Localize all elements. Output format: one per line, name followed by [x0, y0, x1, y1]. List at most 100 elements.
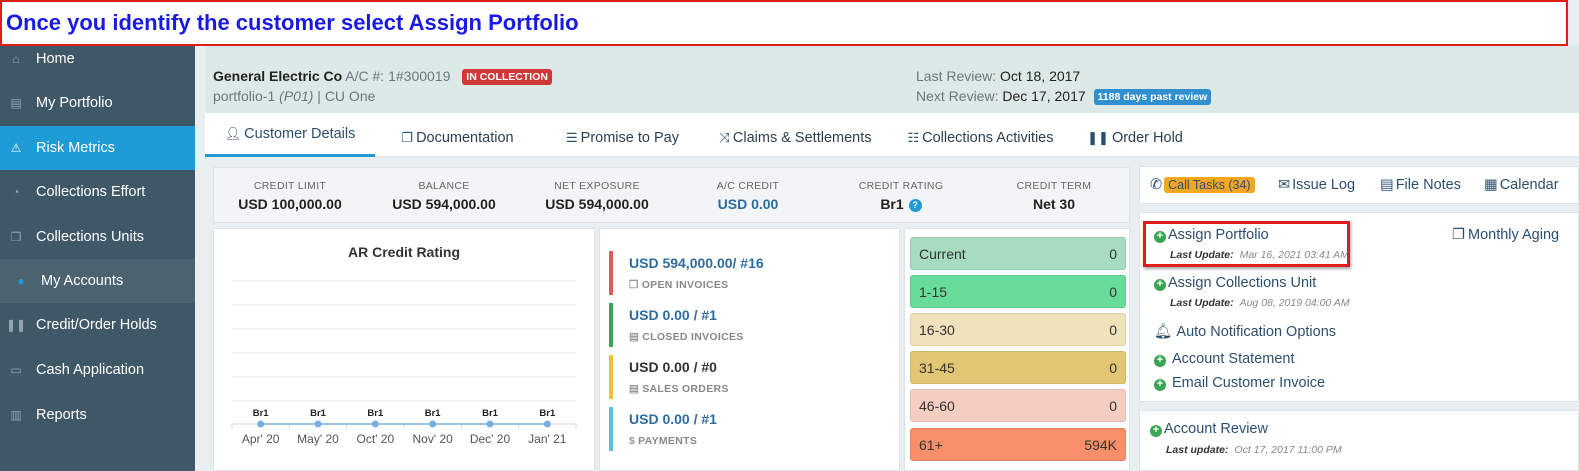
email-customer-invoice-link[interactable]: + Email Customer Invoice: [1154, 375, 1325, 391]
metric-value: USD 594,000.00: [392, 196, 496, 212]
closed-invoices-label-wrap: ▤ CLOSED INVOICES: [629, 331, 889, 343]
calendar-tab[interactable]: ▦ Calendar: [1484, 177, 1559, 193]
account-review-last-update: Last update: Oct 17, 2017 11:00 PM: [1166, 444, 1342, 456]
payments-label-wrap: $ PAYMENTS: [629, 435, 889, 447]
metric-value-wrap: Br1?: [831, 196, 971, 212]
past-review-badge: 1188 days past review: [1093, 89, 1212, 105]
calendar-label: Calendar: [1499, 177, 1559, 193]
warning-icon: ⚠: [10, 141, 22, 155]
tab-label: Documentation: [416, 130, 514, 146]
account-review-link[interactable]: + Account Review: [1150, 421, 1268, 437]
open-invoices-label-wrap: ❐ OPEN INVOICES: [629, 279, 889, 291]
issue-log-tab[interactable]: ✉ Issue Log: [1278, 177, 1355, 193]
calendar-icon: ▦: [1484, 177, 1498, 193]
aging-bucket-46-60[interactable]: 46-60 0: [910, 389, 1126, 422]
open-invoices-label: OPEN INVOICES: [641, 279, 729, 291]
tab-label: Claims & Settlements: [732, 130, 872, 146]
last-review-label: Last Review:: [916, 68, 997, 84]
cash-icon: ▭: [10, 363, 22, 377]
call-tasks-tab[interactable]: ✆ Call Tasks (34): [1150, 177, 1255, 193]
sidebar-item-label: Reports: [36, 407, 87, 423]
account-subtitle: portfolio-1 (P01) | CU One: [213, 88, 375, 104]
metric-label: NET EXPOSURE: [554, 180, 640, 192]
account-statement-link[interactable]: + Account Statement: [1154, 351, 1295, 367]
assign-collections-unit-link[interactable]: + Assign Collections Unit: [1154, 275, 1316, 291]
envelope-icon: ✉: [1278, 177, 1291, 193]
sales-orders[interactable]: USD 0.00 / #0 ▤ SALES ORDERS: [609, 355, 889, 399]
aging-label: 61+: [919, 436, 943, 453]
assign-unit-last-update: Last Update: Aug 08, 2019 04:00 AM: [1170, 297, 1350, 309]
chart-x-tick-label: May' 20: [297, 432, 339, 446]
chart-point: [543, 420, 551, 428]
user-icon: 👤︎: [224, 125, 242, 141]
help-icon[interactable]: ?: [908, 198, 922, 212]
sidebar-item-reports[interactable]: ▥ Reports: [0, 393, 195, 437]
metric-label: CREDIT TERM: [1016, 180, 1092, 192]
account-title: General Electric Co A/C #: 1#300019 IN C…: [213, 68, 552, 85]
account-review-label: Account Review: [1164, 421, 1268, 437]
tab-claims-settlements[interactable]: ⤨ Claims & Settlements: [708, 116, 883, 160]
sidebar-item-label: My Accounts: [41, 273, 124, 289]
pause-icon: ❚❚: [5, 318, 27, 332]
assign-unit-label: Assign Collections Unit: [1168, 275, 1317, 291]
tab-customer-details[interactable]: 👤︎ Customer Details: [205, 113, 375, 157]
tab-order-hold[interactable]: ❚❚ Order Hold: [1080, 116, 1190, 160]
metric-credit-term: CREDIT TERM Net 30: [984, 180, 1124, 212]
sidebar-item-risk-metrics[interactable]: ⚠ Risk Metrics: [0, 126, 195, 170]
chart-point-label: Br1: [367, 408, 384, 419]
ar-credit-rating-card: AR Credit Rating Br1 Apr' 20 Br1 May' 20 Br1…: [213, 228, 595, 471]
sidebar-item-label: Home: [36, 51, 75, 67]
last-update-label: Last update:: [1166, 444, 1229, 456]
user-circle-icon: ●: [17, 274, 25, 288]
documents-icon: ❐: [401, 130, 414, 145]
sidebar-item-collections-units[interactable]: ❐ Collections Units: [0, 215, 195, 259]
aging-value: 0: [1109, 397, 1117, 414]
sidebar-item-label: Risk Metrics: [36, 140, 115, 156]
aging-label: Current: [919, 245, 966, 262]
file-icon: ▤: [629, 383, 640, 395]
tab-label: Customer Details: [244, 125, 356, 142]
last-update-value: Aug 08, 2019 04:00 AM: [1239, 297, 1350, 309]
copy-icon: ❐: [1452, 227, 1465, 243]
open-invoices[interactable]: USD 594,000.00/ #16 ❐ OPEN INVOICES: [609, 251, 889, 295]
sidebar-item-label: My Portfolio: [36, 95, 113, 111]
sales-orders-label: SALES ORDERS: [642, 383, 729, 395]
aging-bucket-31-45[interactable]: 31-45 0: [910, 351, 1126, 384]
aging-bucket-61-plus[interactable]: 61+ 594K: [910, 428, 1126, 461]
metric-value: Br1: [880, 196, 904, 212]
instruction-text: Once you identify the customer select As…: [6, 10, 579, 35]
payments[interactable]: USD 0.00 / #1 $ PAYMENTS: [609, 407, 889, 451]
tab-documentation[interactable]: ❐ Documentation: [380, 116, 535, 160]
auto-notification-link[interactable]: 🔔︎ Auto Notification Options: [1154, 323, 1336, 340]
chart-point: [314, 420, 322, 428]
closed-invoices-value: USD 0.00 / #1: [629, 307, 717, 323]
portfolio-code: (P01): [279, 88, 314, 104]
chart-x-tick-label: Oct' 20: [357, 432, 395, 446]
metric-label: A/C CREDIT: [716, 180, 780, 192]
metric-label: CREDIT RATING: [858, 180, 944, 192]
sidebar-item-collections-effort[interactable]: ◔ Collections Effort: [0, 170, 195, 214]
account-tools-tabs: ✆ Call Tasks (34) ✉ Issue Log ▤ File Notes …: [1139, 166, 1579, 204]
email-invoice-label: Email Customer Invoice: [1172, 375, 1326, 391]
metric-value: USD 0.00: [717, 196, 779, 212]
aging-bucket-16-30[interactable]: 16-30 0: [910, 313, 1126, 346]
pause-icon: ❚❚: [1087, 130, 1109, 145]
aging-bucket-1-15[interactable]: 1-15 0: [910, 275, 1126, 308]
portfolio-name: portfolio-1: [213, 88, 276, 104]
file-notes-tab[interactable]: ▤ File Notes: [1380, 177, 1461, 193]
auto-notification-label: Auto Notification Options: [1176, 324, 1337, 340]
account-number: 1#300019: [388, 68, 451, 84]
sidebar-item-cash-application[interactable]: ▭ Cash Application: [0, 348, 195, 392]
plus-circle-icon: +: [1154, 278, 1166, 291]
aging-bucket-current[interactable]: Current 0: [910, 237, 1126, 270]
monthly-aging-link[interactable]: ❐ Monthly Aging: [1452, 227, 1559, 243]
closed-invoices[interactable]: USD 0.00 / #1 ▤ CLOSED INVOICES: [609, 303, 889, 347]
portfolio-icon: ▤: [10, 96, 22, 110]
sidebar-item-my-portfolio[interactable]: ▤ My Portfolio: [0, 81, 195, 125]
sidebar-item-credit-order-holds[interactable]: ❚❚ Credit/Order Holds: [0, 303, 195, 347]
separator: |: [317, 88, 321, 104]
tab-promise-to-pay[interactable]: ☰ Promise to Pay: [540, 116, 705, 160]
account-header: General Electric Co A/C #: 1#300019 IN C…: [205, 46, 1579, 113]
sidebar-item-my-accounts[interactable]: ● My Accounts: [0, 259, 195, 303]
tab-collections-activities[interactable]: ☷ Collections Activities: [893, 116, 1068, 160]
